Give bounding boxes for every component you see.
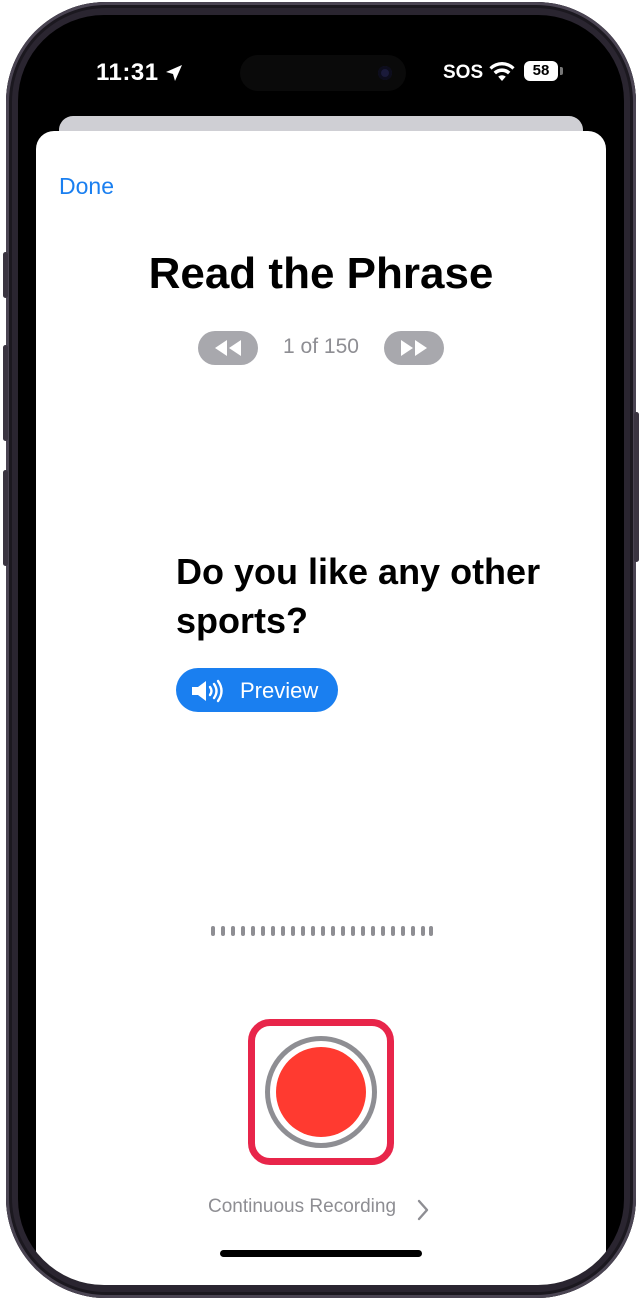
chevron-right-icon <box>417 1199 429 1221</box>
next-phrase-button[interactable] <box>384 331 444 365</box>
home-indicator[interactable] <box>220 1250 422 1257</box>
preview-button[interactable]: Preview <box>176 668 338 712</box>
continuous-recording-link[interactable]: Continuous Recording <box>208 1196 429 1224</box>
continuous-recording-label: Continuous Recording <box>208 1196 397 1217</box>
phrase-text: Do you like any other sports? <box>176 551 541 641</box>
location-arrow-icon <box>166 65 182 81</box>
status-bar: 11:31 SOS 58 <box>18 15 624 115</box>
status-time: 11:31 <box>96 59 159 86</box>
record-button[interactable] <box>265 1036 377 1148</box>
volume-up-button <box>3 345 8 441</box>
action-button <box>3 252 8 298</box>
preview-label: Preview <box>240 678 319 703</box>
wifi-icon <box>489 62 515 81</box>
page-title: Read the Phrase <box>148 249 494 298</box>
sos-indicator: SOS <box>443 62 484 83</box>
record-dot <box>276 1047 366 1137</box>
front-camera <box>378 66 392 80</box>
read-phrase-sheet: Done Read the Phrase 1 of 150 Do you lik… <box>36 131 606 1285</box>
screen: 11:31 SOS 58 Done Read the Phrase 1 of 1… <box>18 15 624 1285</box>
power-button <box>634 412 639 562</box>
battery-indicator: 58 <box>524 61 558 81</box>
done-button[interactable]: Done <box>59 173 114 200</box>
phrase-counter: 1 of 150 <box>283 335 359 358</box>
previous-phrase-button[interactable] <box>198 331 258 365</box>
audio-level-meter <box>211 926 433 938</box>
speaker-icon <box>192 679 223 703</box>
fast-forward-icon <box>401 340 427 356</box>
volume-down-button <box>3 470 8 566</box>
rewind-icon <box>215 340 241 356</box>
battery-nub <box>560 67 563 75</box>
